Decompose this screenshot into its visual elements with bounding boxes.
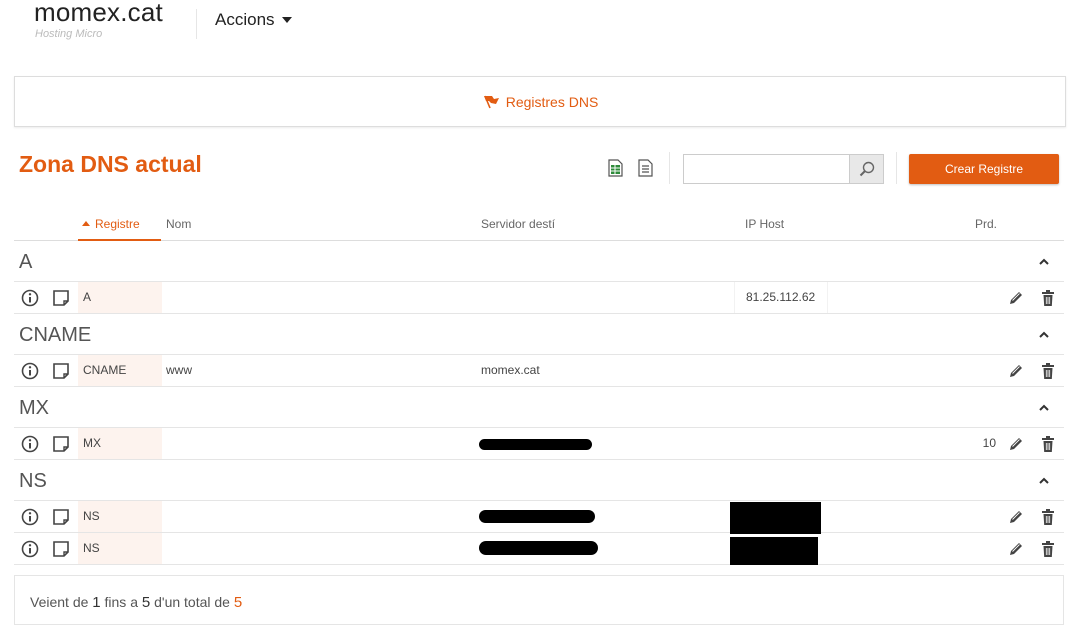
brand[interactable]: momex.cat Hosting Micro	[34, 0, 163, 40]
pagination-mid: d'un total de	[150, 594, 234, 610]
redacted-value	[479, 439, 592, 450]
chevron-up-icon[interactable]	[1038, 257, 1050, 267]
actions-menu[interactable]: Accions	[215, 10, 292, 30]
actions-menu-label[interactable]: Accions	[215, 10, 275, 29]
chevron-up-icon[interactable]	[1038, 403, 1050, 413]
cell-ip: 81.25.112.62	[734, 282, 828, 313]
info-icon[interactable]	[21, 289, 39, 307]
group-header-mx: MX	[14, 387, 1064, 428]
group-header-cname: CNAME	[14, 314, 1064, 355]
note-icon[interactable]	[52, 540, 70, 558]
pencil-icon[interactable]	[1007, 435, 1025, 453]
chevron-up-icon[interactable]	[1038, 476, 1050, 486]
pencil-icon[interactable]	[1007, 508, 1025, 526]
column-registre[interactable]: Registre	[78, 208, 161, 241]
column-servidor[interactable]: Servidor destí	[481, 208, 555, 241]
brand-tagline: Hosting Micro	[35, 28, 103, 40]
table-row: NS	[14, 501, 1064, 534]
trash-icon[interactable]	[1039, 435, 1057, 453]
pencil-icon[interactable]	[1007, 362, 1025, 380]
pagination-total: 5	[233, 594, 243, 611]
info-icon[interactable]	[21, 508, 39, 526]
cell-nom: www	[166, 363, 192, 377]
note-icon[interactable]	[52, 362, 70, 380]
redacted-value	[730, 537, 818, 565]
cell-type: CNAME	[78, 355, 162, 386]
tab-label[interactable]: Registres DNS	[506, 94, 599, 110]
redacted-value	[730, 502, 821, 534]
note-icon[interactable]	[52, 289, 70, 307]
tab-registres-dns[interactable]: Registres DNS	[482, 94, 599, 110]
trash-icon[interactable]	[1039, 508, 1057, 526]
page-title: Zona DNS actual	[19, 151, 202, 177]
column-prd[interactable]: Prd.	[975, 208, 997, 241]
search-button[interactable]	[849, 154, 884, 184]
trash-icon[interactable]	[1039, 540, 1057, 558]
pagination-mid: fins a	[100, 594, 142, 610]
table-row: A 81.25.112.62	[14, 282, 1064, 314]
create-record-button[interactable]: Crear Registre	[909, 154, 1059, 184]
table-row: NS	[14, 533, 1064, 565]
table-row: CNAME www momex.cat	[14, 355, 1064, 387]
pagination-prefix: Veient de	[30, 594, 93, 610]
flag-icon	[483, 95, 499, 108]
column-ip[interactable]: IP Host	[745, 208, 784, 241]
trash-icon[interactable]	[1039, 362, 1057, 380]
pagination-text: Veient de 1 fins a 5 d'un total de 5	[30, 594, 242, 611]
cell-type: NS	[78, 533, 162, 564]
trash-icon[interactable]	[1039, 289, 1057, 307]
redacted-value	[479, 541, 598, 555]
app-header: momex.cat Hosting Micro Accions	[0, 0, 1089, 60]
pencil-icon[interactable]	[1007, 289, 1025, 307]
toolbar-divider	[896, 152, 897, 184]
cell-type: A	[78, 282, 162, 313]
column-nom[interactable]: Nom	[166, 208, 191, 241]
brand-title[interactable]: momex.cat	[34, 0, 163, 28]
toolbar-divider	[669, 152, 670, 184]
document-icon[interactable]	[636, 159, 654, 177]
search-icon	[859, 161, 874, 177]
pagination-to: 5	[141, 594, 151, 611]
group-name: CNAME	[19, 324, 92, 346]
note-icon[interactable]	[52, 435, 70, 453]
cell-type: NS	[78, 501, 162, 532]
excel-icon[interactable]	[606, 159, 624, 177]
cell-dest: momex.cat	[481, 363, 540, 377]
chevron-up-icon[interactable]	[1038, 330, 1050, 340]
column-registre-label[interactable]: Registre	[95, 217, 140, 231]
pencil-icon[interactable]	[1007, 540, 1025, 558]
group-name: A	[19, 251, 33, 273]
tab-bar: Registres DNS	[14, 76, 1066, 127]
group-name: NS	[19, 470, 47, 492]
pagination-info: Veient de 1 fins a 5 d'un total de 5	[14, 575, 1064, 625]
info-icon[interactable]	[21, 540, 39, 558]
group-name: MX	[19, 397, 49, 419]
table-header: Registre Nom Servidor destí IP Host Prd.	[14, 208, 1064, 241]
cell-prd	[974, 355, 996, 386]
info-icon[interactable]	[21, 362, 39, 380]
search-input[interactable]	[683, 154, 850, 184]
info-icon[interactable]	[21, 435, 39, 453]
group-header-a: A	[14, 241, 1064, 282]
table-row: MX 10	[14, 428, 1064, 460]
caret-down-icon[interactable]	[281, 16, 292, 23]
note-icon[interactable]	[52, 508, 70, 526]
redacted-value	[479, 510, 595, 523]
cell-prd	[974, 282, 996, 313]
cell-prd: 10	[982, 436, 996, 450]
sort-asc-icon	[82, 221, 90, 226]
cell-type: MX	[78, 428, 162, 459]
group-header-ns: NS	[14, 460, 1064, 501]
header-divider	[196, 9, 197, 39]
pagination-from: 1	[92, 594, 101, 611]
